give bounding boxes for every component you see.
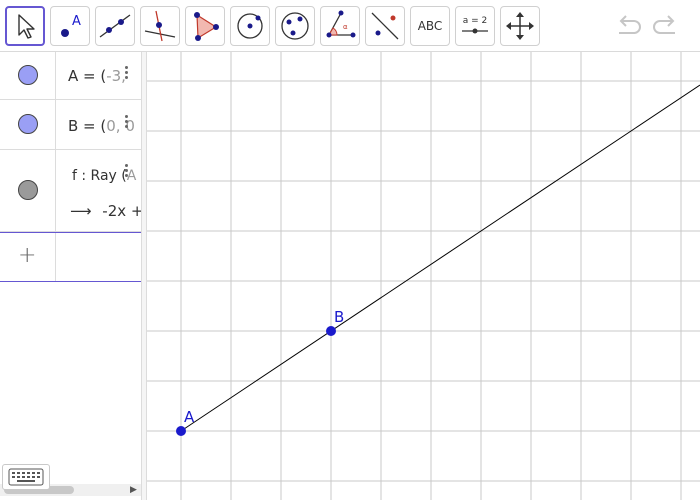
keyboard-icon bbox=[8, 468, 44, 486]
cursor-arrow-icon bbox=[18, 14, 35, 39]
slider-icon: a = 2 bbox=[462, 16, 488, 34]
point-B-label[interactable]: B bbox=[334, 308, 344, 326]
point-B[interactable] bbox=[326, 326, 336, 336]
algebra-item-f-output: ⟶ -2x + bbox=[70, 202, 141, 220]
text-tool-button[interactable]: ABC bbox=[410, 6, 450, 46]
undo-button[interactable] bbox=[612, 10, 644, 42]
polygon-tool-button[interactable] bbox=[185, 6, 225, 46]
more-menu-icon[interactable] bbox=[123, 113, 129, 131]
slider-tool-label: a = 2 bbox=[463, 16, 488, 26]
algebra-item-A-text[interactable]: A = (-3, bbox=[68, 67, 126, 85]
redo-icon bbox=[653, 15, 675, 34]
point-icon: A bbox=[61, 14, 81, 37]
graphics-canvas[interactable]: A B bbox=[147, 52, 700, 500]
circle-center-icon bbox=[237, 13, 263, 39]
line-icon bbox=[99, 14, 131, 38]
visibility-toggle-f[interactable] bbox=[18, 180, 38, 200]
more-menu-icon[interactable] bbox=[123, 64, 129, 82]
visibility-toggle-B[interactable] bbox=[18, 114, 38, 134]
algebra-item-B[interactable]: B = (0, 0 bbox=[0, 100, 141, 150]
more-menu-icon[interactable] bbox=[123, 162, 129, 180]
output-arrow-icon: ⟶ bbox=[70, 202, 92, 220]
circle-three-points-tool-button[interactable] bbox=[275, 6, 315, 46]
move-tool-button[interactable] bbox=[5, 6, 45, 46]
point-A[interactable] bbox=[176, 426, 186, 436]
svg-text:α: α bbox=[343, 23, 348, 31]
algebra-view: A = (-3, B = (0, 0 f : Ray (A ⟶ -2x + + bbox=[0, 52, 141, 500]
point-tool-button[interactable]: A bbox=[50, 6, 90, 46]
text-tool-label: ABC bbox=[417, 19, 443, 33]
reflect-line-icon bbox=[371, 12, 399, 40]
ray-f[interactable] bbox=[180, 84, 700, 432]
perpendicular-line-icon bbox=[144, 10, 176, 42]
move-arrows-icon bbox=[506, 12, 534, 40]
point-tool-label: A bbox=[72, 14, 81, 29]
polygon-icon bbox=[194, 12, 219, 41]
algebra-item-f[interactable]: f : Ray (A ⟶ -2x + bbox=[0, 150, 141, 232]
angle-tool-button[interactable]: α bbox=[320, 6, 360, 46]
undo-icon bbox=[619, 15, 641, 34]
line-tool-button[interactable] bbox=[95, 6, 135, 46]
circle-three-points-icon bbox=[281, 12, 309, 40]
input-bar[interactable]: + bbox=[0, 232, 141, 282]
angle-icon: α bbox=[326, 10, 356, 38]
perpendicular-line-tool-button[interactable] bbox=[140, 6, 180, 46]
scroll-right-icon[interactable]: ▶ bbox=[130, 485, 137, 495]
visibility-toggle-A[interactable] bbox=[18, 65, 38, 85]
circle-center-point-tool-button[interactable] bbox=[230, 6, 270, 46]
point-A-label[interactable]: A bbox=[184, 408, 195, 426]
redo-button[interactable] bbox=[650, 10, 682, 42]
reflect-tool-button[interactable] bbox=[365, 6, 405, 46]
graphics-view[interactable]: A B bbox=[147, 52, 700, 500]
toolbar: A α ABC a = 2 bbox=[0, 0, 700, 52]
move-graphics-view-tool-button[interactable] bbox=[500, 6, 540, 46]
algebra-item-A[interactable]: A = (-3, bbox=[0, 52, 141, 100]
keyboard-button[interactable] bbox=[2, 464, 50, 490]
add-item-icon[interactable]: + bbox=[18, 243, 36, 268]
grid bbox=[147, 52, 700, 500]
slider-tool-button[interactable]: a = 2 bbox=[455, 6, 495, 46]
